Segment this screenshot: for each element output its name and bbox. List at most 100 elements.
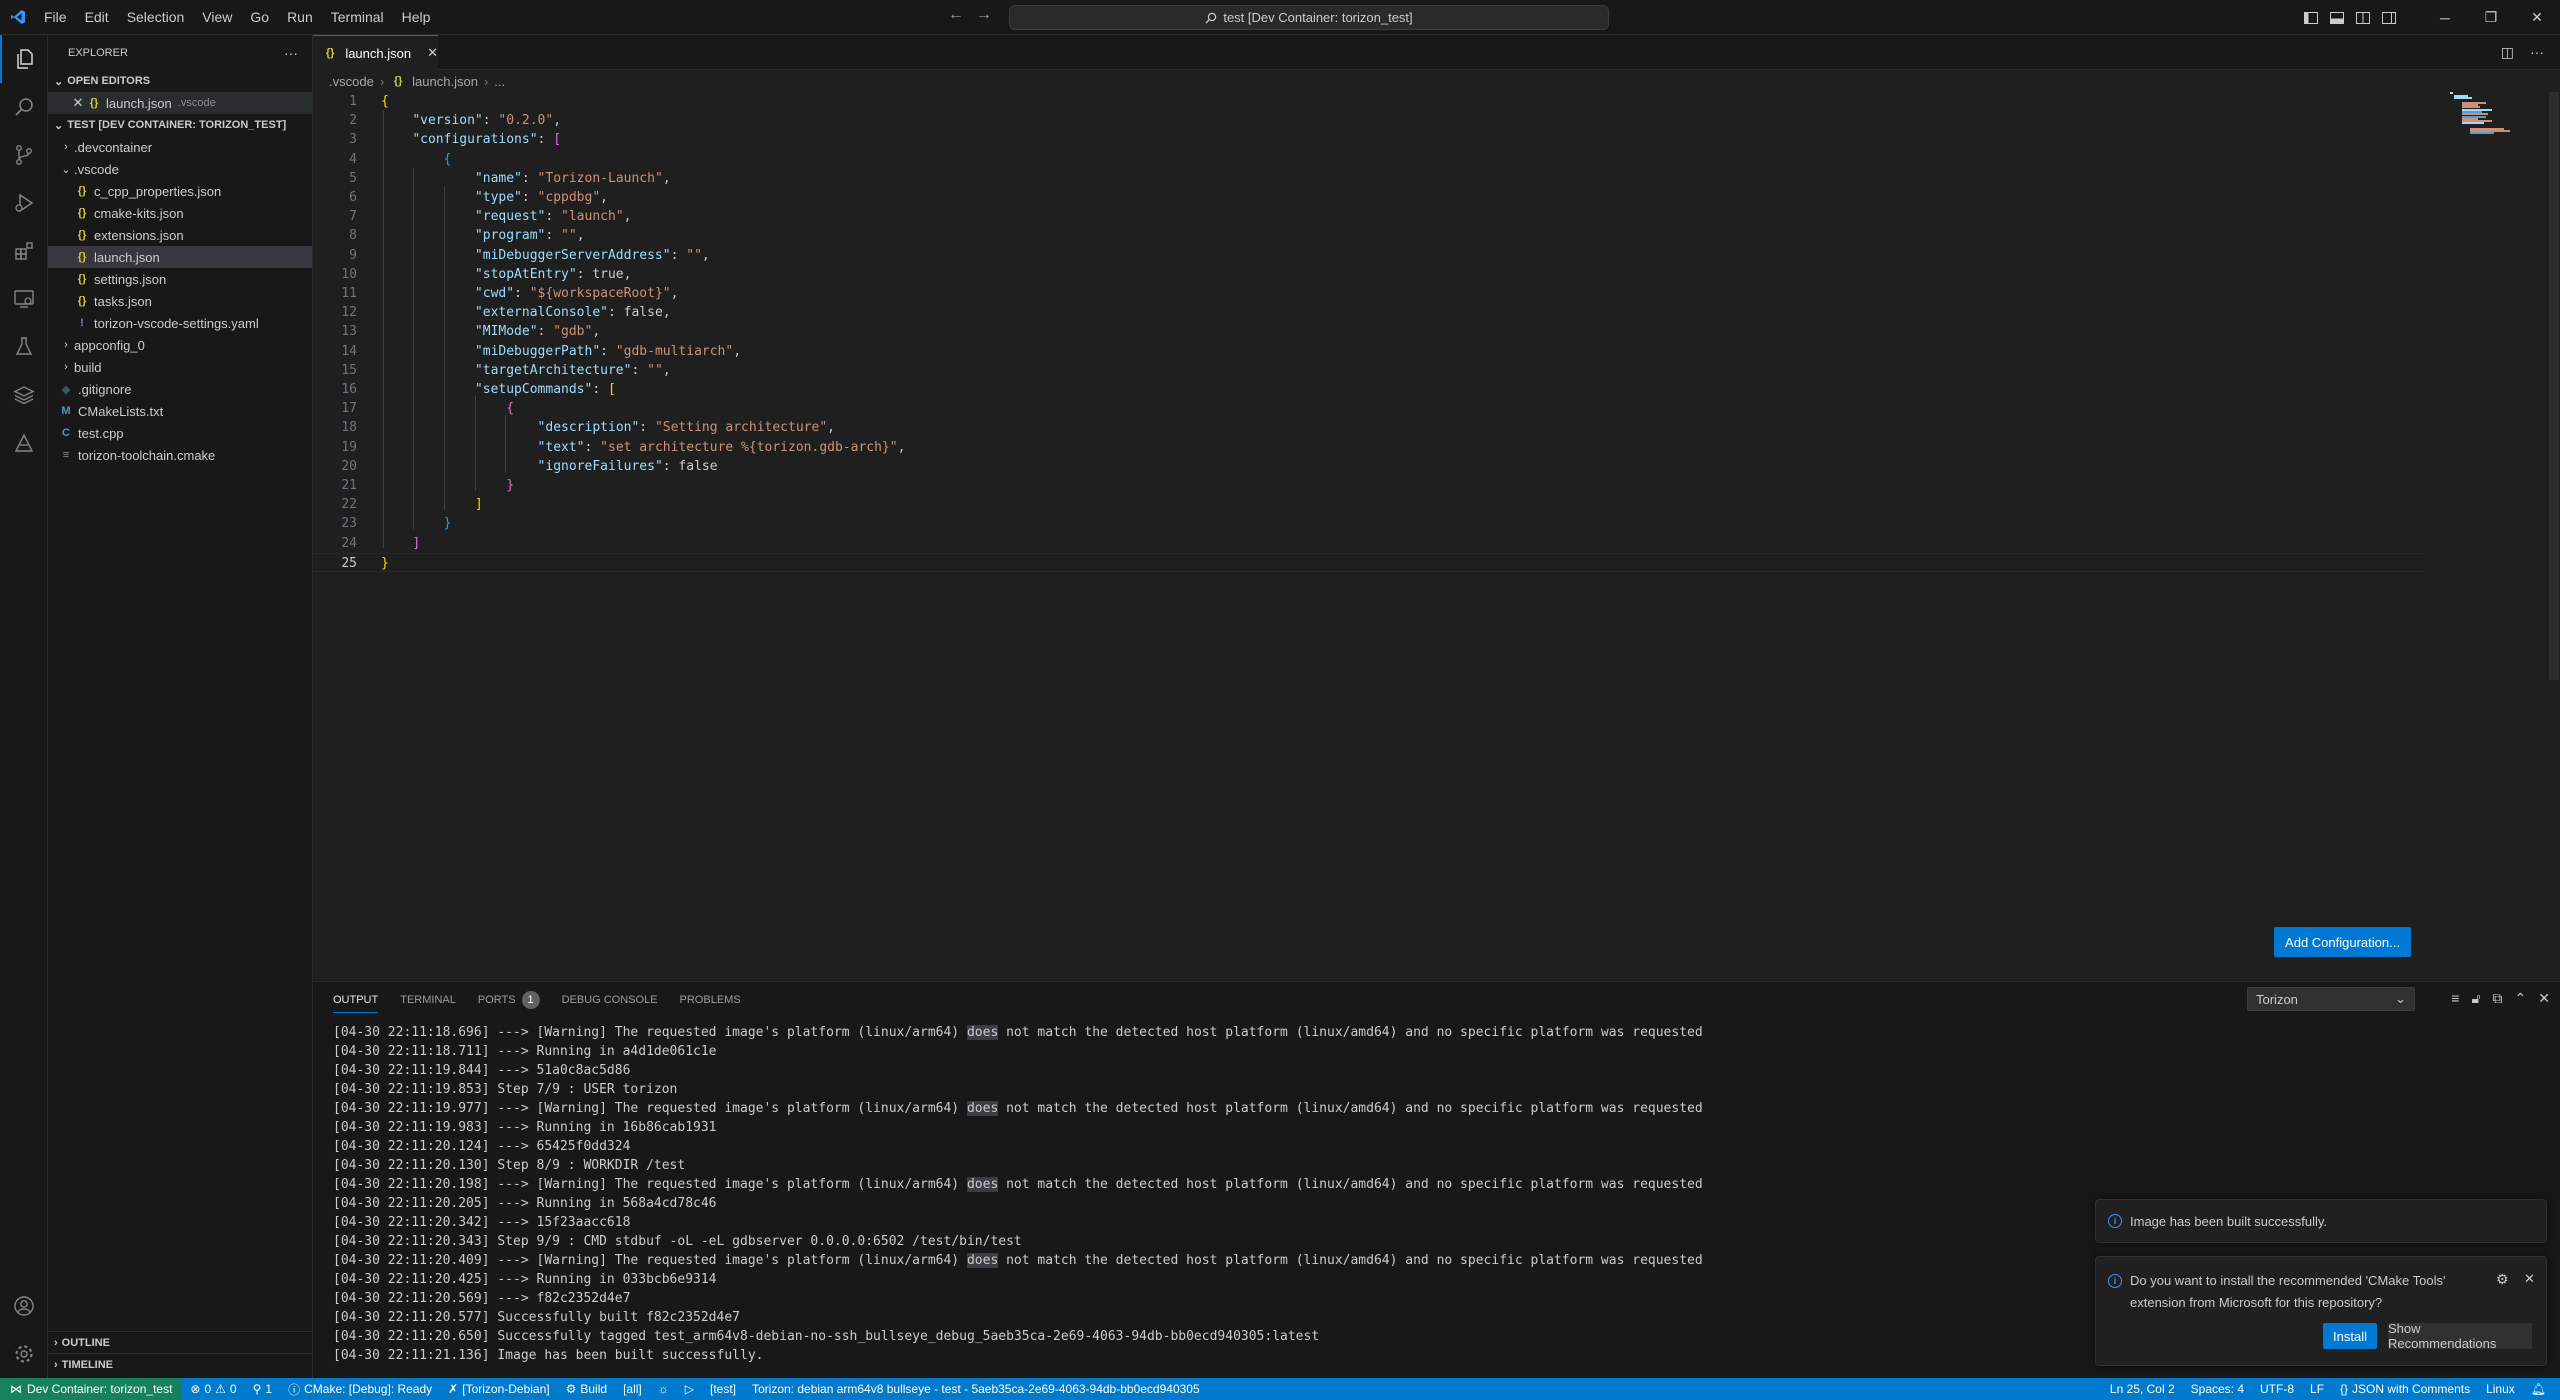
tree-folder[interactable]: › build	[48, 356, 312, 378]
toggle-panel-icon[interactable]	[2324, 0, 2350, 35]
tree-file[interactable]: {} cmake-kits.json	[48, 202, 312, 224]
testing-flask-icon[interactable]	[0, 323, 48, 371]
menu-edit[interactable]: Edit	[76, 0, 118, 35]
extensions-icon[interactable]	[0, 227, 48, 275]
tree-folder[interactable]: › .devcontainer	[48, 136, 312, 158]
code-editor[interactable]: 1{2 "version": "0.2.0", 3 "configurations…	[313, 92, 2560, 980]
restore-icon[interactable]: ❐	[2468, 0, 2514, 35]
open-editor-icon[interactable]: ⧉	[2493, 990, 2503, 1007]
settings-gear-icon[interactable]	[0, 1330, 48, 1378]
panel-scrollbar[interactable]	[2546, 1017, 2560, 1379]
tab-launch-json[interactable]: {} launch.json ✕	[313, 35, 438, 70]
tree-file[interactable]: ≡ torizon-toolchain.cmake	[48, 444, 312, 466]
breadcrumb-more[interactable]: ...	[494, 74, 505, 89]
close-window-icon[interactable]: ✕	[2514, 0, 2560, 35]
debug-button[interactable]: ☼	[650, 1378, 677, 1400]
run-debug-icon[interactable]	[0, 179, 48, 227]
menu-terminal[interactable]: Terminal	[322, 0, 393, 35]
problems-indicator[interactable]: ⊗ 0 ⚠ 0	[182, 1378, 244, 1400]
tab-output[interactable]: OUTPUT	[333, 982, 379, 1017]
line-ending[interactable]: LF	[2302, 1378, 2332, 1400]
tree-file[interactable]: {} extensions.json	[48, 224, 312, 246]
notification-close-icon[interactable]: ✕	[2524, 1271, 2535, 1287]
editor-scrollbar[interactable]	[2546, 92, 2560, 980]
more-actions-icon[interactable]: ···	[284, 45, 298, 61]
accounts-icon[interactable]	[0, 1282, 48, 1330]
indentation[interactable]: Spaces: 4	[2183, 1378, 2252, 1400]
menu-go[interactable]: Go	[241, 0, 278, 35]
launch-target[interactable]: [test]	[702, 1378, 744, 1400]
notifications-bell[interactable]: 🔔︎	[2523, 1378, 2554, 1400]
docker-layers-icon[interactable]	[0, 371, 48, 419]
outline-section[interactable]: › OUTLINE	[48, 1331, 313, 1353]
minimize-icon[interactable]: ─	[2422, 0, 2468, 35]
forward-arrow-icon[interactable]: →	[976, 6, 992, 24]
scroll-thumb[interactable]	[2549, 92, 2559, 680]
close-tab-icon[interactable]: ✕	[427, 45, 438, 61]
timeline-section[interactable]: › TIMELINE	[48, 1353, 313, 1375]
output-channel-select[interactable]: Torizon ⌄	[2247, 987, 2415, 1011]
os-indicator[interactable]: Linux	[2478, 1378, 2523, 1400]
tree-folder[interactable]: › appconfig_0	[48, 334, 312, 356]
breadcrumb-folder[interactable]: .vscode	[329, 74, 374, 89]
cmake-status[interactable]: ⓘ CMake: [Debug]: Ready	[280, 1378, 440, 1400]
minimap[interactable]	[2450, 92, 2530, 152]
tab-ports[interactable]: PORTS 1	[478, 982, 540, 1017]
remote-explorer-icon[interactable]	[0, 275, 48, 323]
tab-debug-console[interactable]: DEBUG CONSOLE	[562, 982, 658, 1017]
breadcrumb-file[interactable]: launch.json	[412, 74, 478, 89]
tree-file[interactable]: ! torizon-vscode-settings.yaml	[48, 312, 312, 334]
output-log[interactable]: [04-30 22:11:18.696] ---> [Warning] The …	[333, 1023, 1703, 1365]
toggle-secondary-sidebar-icon[interactable]	[2350, 0, 2376, 35]
workspace-header[interactable]: ⌄ TEST [DEV CONTAINER: TORIZON_TEST]	[48, 114, 312, 136]
cmake-kit[interactable]: ✗ [Torizon-Debian]	[440, 1378, 557, 1400]
cursor-position[interactable]: Ln 25, Col 2	[2102, 1378, 2183, 1400]
tab-problems[interactable]: PROBLEMS	[680, 982, 741, 1017]
tree-file[interactable]: M CMakeLists.txt	[48, 400, 312, 422]
search-activity-icon[interactable]	[0, 83, 48, 131]
open-editor-item[interactable]: ✕ {} launch.json .vscode	[48, 92, 312, 114]
torizon-icon[interactable]	[0, 419, 48, 467]
tree-folder[interactable]: ⌄ .vscode	[48, 158, 312, 180]
menu-selection[interactable]: Selection	[118, 0, 194, 35]
tree-file[interactable]: Ctest.cpp	[48, 422, 312, 444]
torizon-status[interactable]: Torizon: debian arm64v8 bullseye - test …	[744, 1378, 1208, 1400]
tree-file[interactable]: {} tasks.json	[48, 290, 312, 312]
add-configuration-button[interactable]: Add Configuration...	[2274, 927, 2411, 957]
language-mode[interactable]: {} JSON with Comments	[2332, 1378, 2478, 1400]
ports-indicator[interactable]: ⚲ 1	[245, 1378, 280, 1400]
menu-file[interactable]: File	[35, 0, 76, 35]
tab-terminal[interactable]: TERMINAL	[400, 982, 456, 1017]
output-line: [04-30 22:11:20.425] ---> Running in 033…	[333, 1272, 717, 1287]
clear-output-icon[interactable]: ≡	[2451, 990, 2459, 1007]
explorer-icon[interactable]	[0, 35, 48, 83]
notification-gear-icon[interactable]: ⚙	[2496, 1271, 2509, 1288]
lock-scroll-icon[interactable]: 🔓︎	[2471, 990, 2480, 1007]
tree-file[interactable]: {} launch.json	[48, 246, 312, 268]
show-recommendations-button[interactable]: Show Recommendations	[2388, 1321, 2532, 1351]
customize-layout-icon[interactable]	[2376, 0, 2402, 35]
open-editors-header[interactable]: ⌄ OPEN EDITORS	[48, 70, 312, 92]
source-control-icon[interactable]	[0, 131, 48, 179]
menu-view[interactable]: View	[193, 0, 241, 35]
install-button[interactable]: Install	[2323, 1323, 2377, 1349]
close-panel-icon[interactable]: ✕	[2538, 990, 2550, 1007]
code-line: 4 {	[313, 150, 2423, 169]
back-arrow-icon[interactable]: ←	[948, 6, 964, 24]
maximize-panel-icon[interactable]: ⌃	[2515, 990, 2527, 1007]
toggle-sidebar-icon[interactable]	[2298, 0, 2324, 35]
more-actions-icon[interactable]: ···	[2530, 44, 2544, 61]
menu-help[interactable]: Help	[393, 0, 440, 35]
menu-run[interactable]: Run	[278, 0, 322, 35]
encoding[interactable]: UTF-8	[2252, 1378, 2302, 1400]
close-editor-icon[interactable]: ✕	[70, 95, 86, 111]
tree-file[interactable]: {} settings.json	[48, 268, 312, 290]
tree-file[interactable]: {} c_cpp_properties.json	[48, 180, 312, 202]
run-button[interactable]: ▷	[677, 1378, 702, 1400]
tree-file[interactable]: ◆ .gitignore	[48, 378, 312, 400]
command-center-search[interactable]: test [Dev Container: torizon_test]	[1009, 5, 1609, 30]
split-editor-icon[interactable]: ◫	[2501, 44, 2514, 61]
build-target[interactable]: [all]	[615, 1378, 650, 1400]
build-button[interactable]: ⚙ Build	[558, 1378, 615, 1400]
remote-indicator[interactable]: ⋈ Dev Container: torizon_test	[0, 1378, 183, 1400]
